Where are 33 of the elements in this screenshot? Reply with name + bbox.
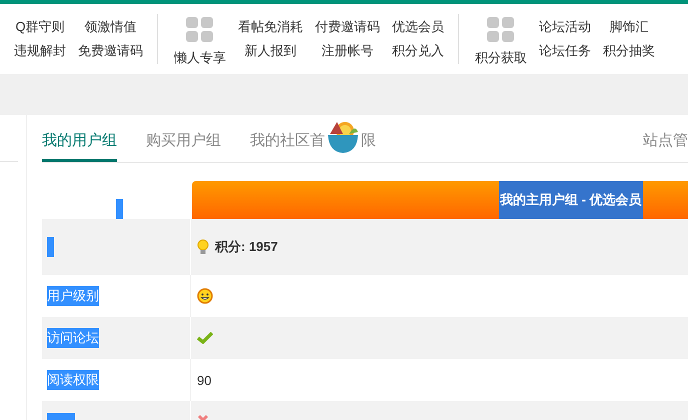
row-label: 用户级别	[47, 286, 99, 306]
check-icon	[197, 332, 213, 344]
nav-link[interactable]: 积分兑入	[392, 42, 444, 60]
row-value: 90	[197, 372, 212, 388]
nav-link[interactable]: 免费邀请码	[78, 42, 143, 60]
selection-mark	[116, 199, 122, 219]
nav-link[interactable]: 领激情值	[84, 18, 136, 36]
row-label: 访问论坛	[47, 328, 99, 348]
admin-link[interactable]: 站点管	[643, 131, 688, 162]
tab[interactable]: 我的社区首 限	[250, 120, 376, 162]
nav-link[interactable]: 积分获取	[469, 17, 533, 67]
tab[interactable]: 我的用户组	[42, 131, 117, 162]
nav-link[interactable]: 积分抽奖	[603, 42, 655, 60]
grid-icon	[487, 17, 515, 43]
nav-link[interactable]: Q群守则	[15, 18, 65, 36]
nav-link[interactable]: 论坛任务	[539, 42, 591, 60]
nav-link[interactable]: 懒人专享	[168, 17, 232, 67]
lightbulb-icon	[197, 239, 209, 255]
nav-link[interactable]: 脚饰汇	[610, 18, 648, 36]
nav-link[interactable]: 论坛活动	[539, 18, 591, 36]
tab[interactable]: 购买用户组	[146, 131, 221, 162]
nav-link[interactable]: 看帖免消耗	[238, 18, 303, 36]
group-title: 我的主用户组 - 优选会员	[499, 181, 643, 219]
points-value: 积分: 1957	[215, 238, 278, 256]
nav-link[interactable]: 付费邀请码	[315, 18, 380, 36]
nav-link[interactable]: 新人报到	[244, 42, 296, 60]
smiley-icon	[197, 288, 213, 304]
nav-link[interactable]: 注册帐号	[322, 42, 374, 60]
nav-link[interactable]: 违规解封	[14, 42, 66, 60]
row-label: 阅读权限	[47, 370, 99, 390]
grid-icon	[186, 17, 214, 43]
nav-link[interactable]: 优选会员	[392, 18, 444, 36]
salad-bowl-icon	[327, 120, 359, 154]
